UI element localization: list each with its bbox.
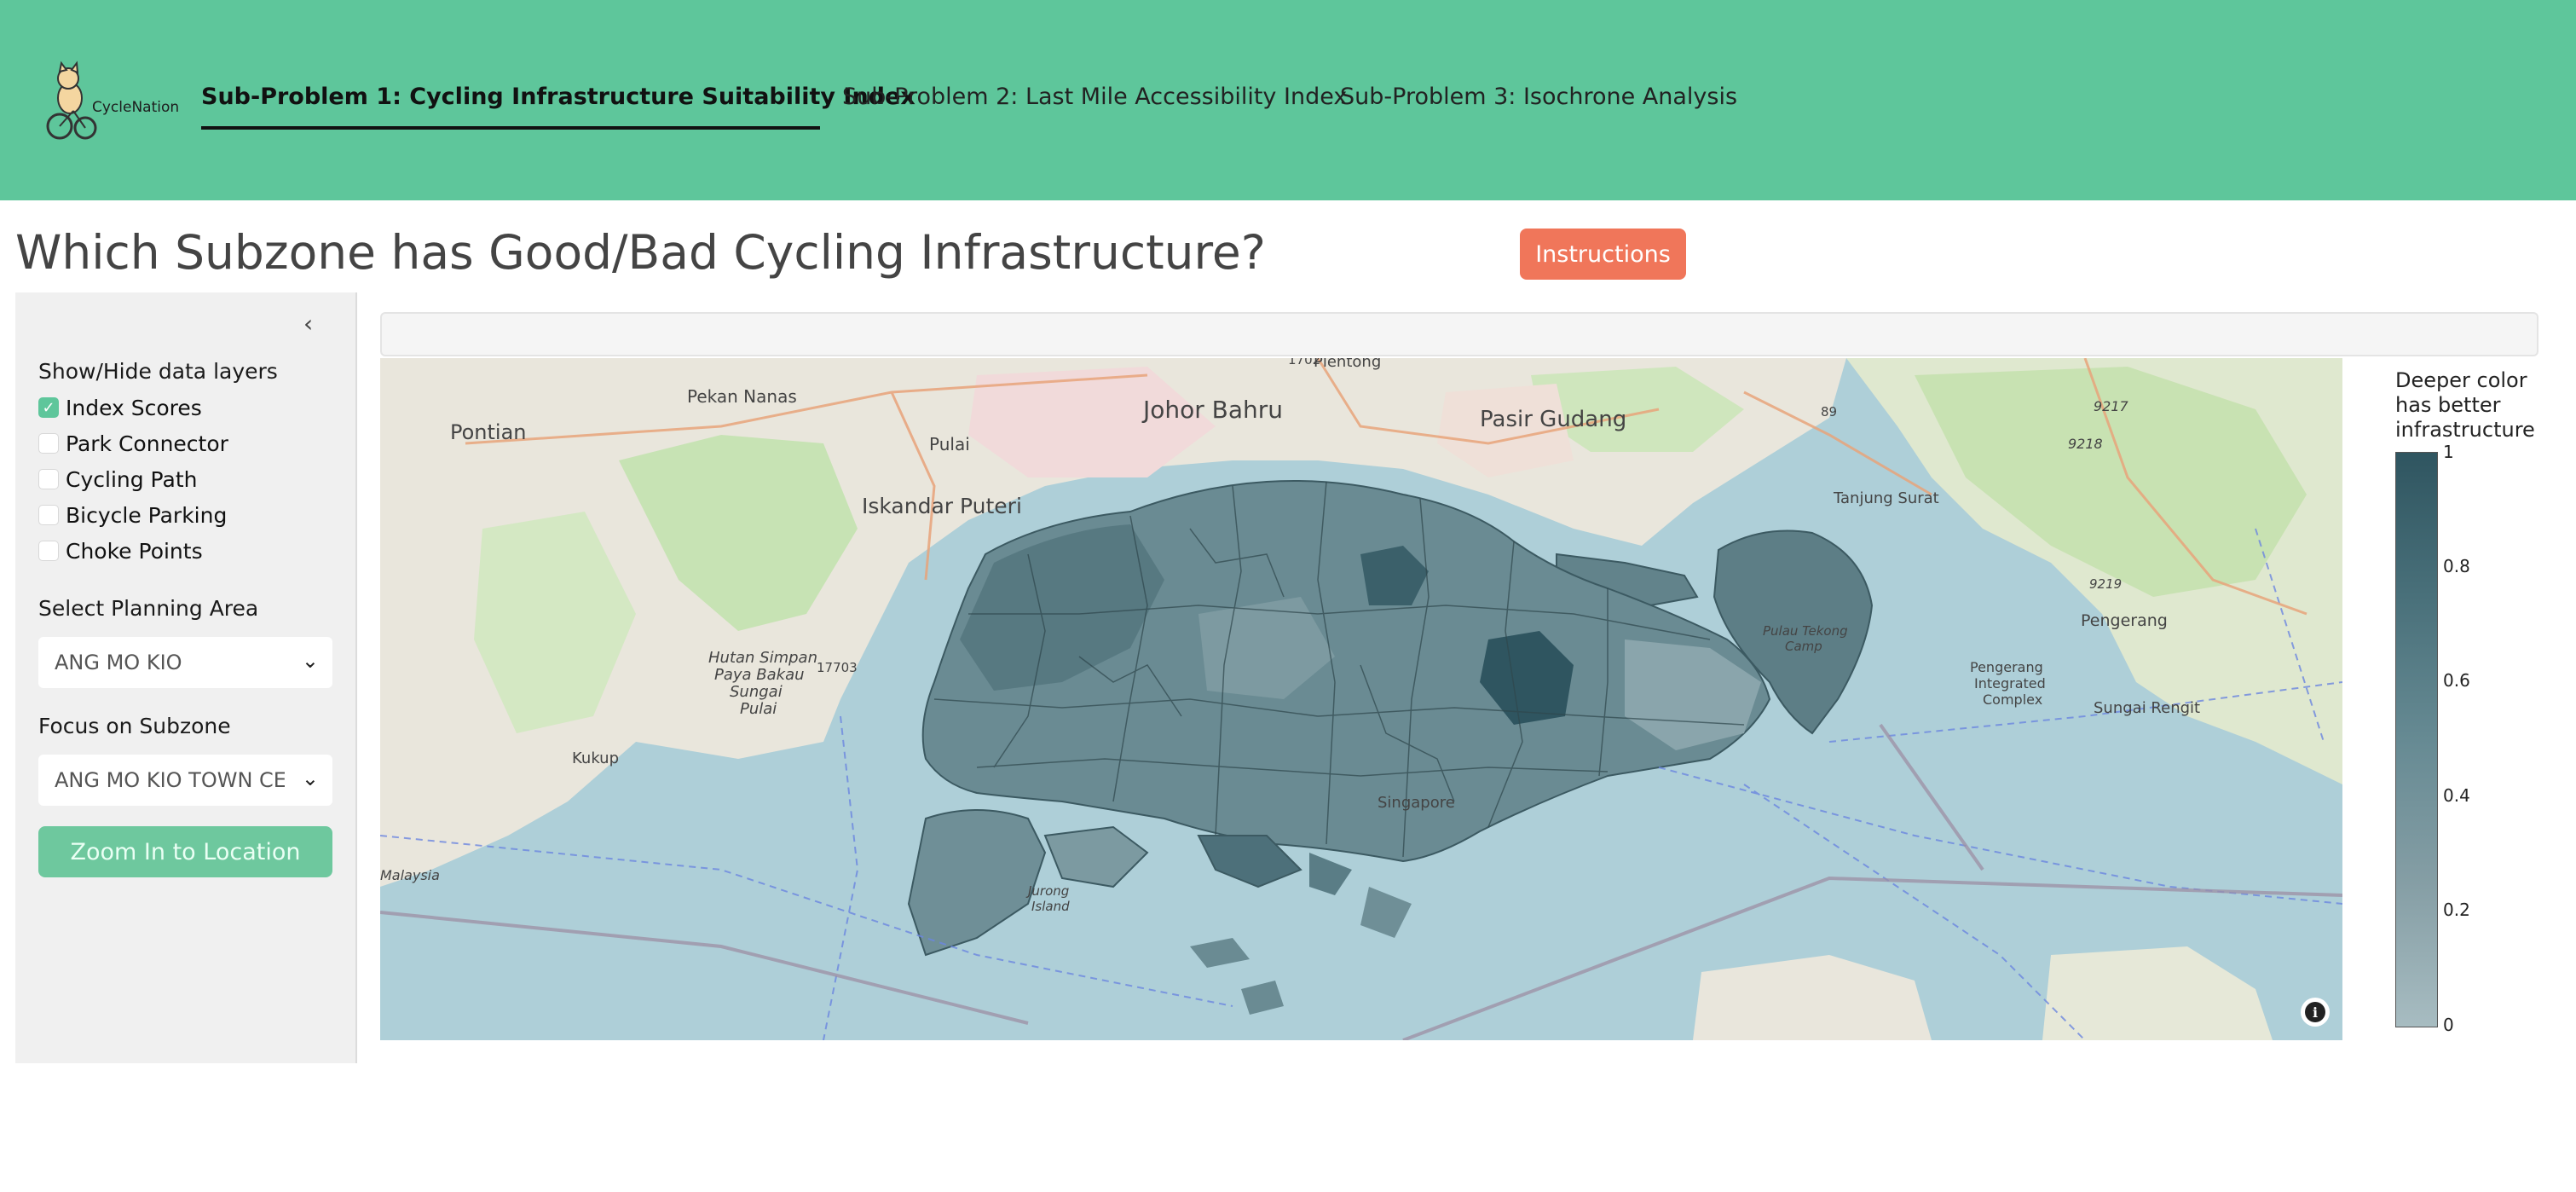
svg-text:Pengerang: Pengerang xyxy=(1970,659,2043,675)
svg-text:9218: 9218 xyxy=(2068,436,2103,452)
colorbar-tick: 0.8 xyxy=(2443,556,2470,576)
svg-text:Tanjung Surat: Tanjung Surat xyxy=(1833,489,1939,507)
svg-text:Island: Island xyxy=(1031,899,1070,914)
layer-bicycle-parking[interactable]: Bicycle Parking xyxy=(38,502,227,528)
layers-label: Show/Hide data layers xyxy=(38,359,278,384)
planning-area-value: ANG MO KIO xyxy=(55,651,182,674)
tab-sub-problem-3[interactable]: Sub-Problem 3: Isochrone Analysis xyxy=(1340,84,1737,110)
svg-text:Pulai: Pulai xyxy=(929,434,970,454)
layer-label: Choke Points xyxy=(66,538,203,564)
layer-choke-points[interactable]: Choke Points xyxy=(38,538,203,564)
colorbar-title: Deeper color has better infrastructure xyxy=(2395,368,2535,442)
colorbar xyxy=(2395,452,2438,1027)
svg-text:Iskandar Puteri: Iskandar Puteri xyxy=(862,494,1022,518)
svg-text:Singapore: Singapore xyxy=(1378,794,1455,812)
map-canvas[interactable]: Pontian Pekan Nanas Johor Bahru Plentong… xyxy=(380,358,2342,1040)
svg-text:Kukup: Kukup xyxy=(572,749,619,767)
subzone-label: Focus on Subzone xyxy=(38,714,231,738)
chevron-down-icon: ⌄ xyxy=(301,649,319,673)
chevron-down-icon: ⌄ xyxy=(301,767,319,790)
svg-text:Pulau Tekong: Pulau Tekong xyxy=(1763,623,1848,639)
svg-text:Pekan Nanas: Pekan Nanas xyxy=(687,386,797,407)
svg-text:Johor Bahru: Johor Bahru xyxy=(1141,396,1283,424)
svg-text:Integrated: Integrated xyxy=(1974,675,2046,691)
planning-area-select[interactable]: ANG MO KIO ⌄ xyxy=(38,637,332,688)
svg-text:89: 89 xyxy=(1821,404,1837,420)
checkbox-icon[interactable] xyxy=(38,433,59,454)
subzone-value: ANG MO KIO TOWN CENTRE xyxy=(55,768,285,792)
svg-text:Camp: Camp xyxy=(1785,639,1822,654)
collapse-sidebar-chevron-icon[interactable]: ‹ xyxy=(303,310,313,338)
colorbar-tick: 1 xyxy=(2443,442,2454,462)
colorbar-tick: 0.2 xyxy=(2443,900,2470,920)
svg-text:Sungai: Sungai xyxy=(730,683,783,701)
svg-text:Plentong: Plentong xyxy=(1314,358,1381,371)
svg-text:17703: 17703 xyxy=(817,660,858,675)
tab-sub-problem-1[interactable]: Sub-Problem 1: Cycling Infrastructure Su… xyxy=(201,84,915,110)
svg-text:1702: 1702 xyxy=(1288,358,1320,367)
zoom-to-location-button[interactable]: Zoom In to Location xyxy=(38,826,332,877)
layer-label: Index Scores xyxy=(66,395,202,420)
logo-text: CycleNation xyxy=(92,99,180,116)
active-tab-underline xyxy=(201,126,820,130)
svg-text:Hutan Simpan: Hutan Simpan xyxy=(708,649,817,667)
layer-cycling-path[interactable]: Cycling Path xyxy=(38,466,197,492)
sidebar: ‹ Show/Hide data layers ✓ Index Scores P… xyxy=(15,292,357,1063)
checkbox-icon[interactable] xyxy=(38,541,59,561)
svg-text:Pengerang: Pengerang xyxy=(2081,611,2168,630)
planning-area-label: Select Planning Area xyxy=(38,596,259,621)
map-toolbar xyxy=(380,312,2538,356)
svg-text:Pulai: Pulai xyxy=(740,700,777,718)
layer-label: Park Connector xyxy=(66,431,228,456)
map-info-icon[interactable]: i xyxy=(2301,998,2330,1027)
checkbox-checked-icon[interactable]: ✓ xyxy=(38,397,59,418)
layer-label: Cycling Path xyxy=(66,466,198,492)
colorbar-tick: 0.6 xyxy=(2443,670,2470,691)
layer-label: Bicycle Parking xyxy=(66,502,228,528)
svg-text:Complex: Complex xyxy=(1983,691,2042,708)
colorbar-tick: 0.4 xyxy=(2443,785,2470,806)
checkbox-icon[interactable] xyxy=(38,505,59,525)
map-label-pontian: Pontian xyxy=(450,420,527,444)
choropleth-map[interactable]: Pontian Pekan Nanas Johor Bahru Plentong… xyxy=(380,358,2342,1040)
svg-text:Jurong: Jurong xyxy=(1025,883,1069,899)
subzone-select[interactable]: ANG MO KIO TOWN CENTRE ⌄ xyxy=(38,755,332,806)
layer-park-connector[interactable]: Park Connector xyxy=(38,431,228,456)
instructions-button[interactable]: Instructions xyxy=(1520,229,1686,280)
svg-text:Pasir Gudang: Pasir Gudang xyxy=(1480,407,1626,432)
svg-text:9219: 9219 xyxy=(2089,576,2122,592)
layer-index-scores[interactable]: ✓ Index Scores xyxy=(38,395,202,420)
colorbar-tick: 0 xyxy=(2443,1015,2454,1035)
svg-text:Sungai Rengit: Sungai Rengit xyxy=(2094,699,2200,717)
svg-text:Malaysia: Malaysia xyxy=(380,867,440,883)
svg-text:9217: 9217 xyxy=(2094,398,2129,414)
page-title: Which Subzone has Good/Bad Cycling Infra… xyxy=(15,225,1266,280)
app-header: CycleNation Sub-Problem 1: Cycling Infra… xyxy=(0,0,2576,200)
svg-text:Paya Bakau: Paya Bakau xyxy=(714,666,805,684)
checkbox-icon[interactable] xyxy=(38,469,59,489)
tab-sub-problem-2[interactable]: Sub-Problem 2: Last Mile Accessibility I… xyxy=(842,84,1347,110)
